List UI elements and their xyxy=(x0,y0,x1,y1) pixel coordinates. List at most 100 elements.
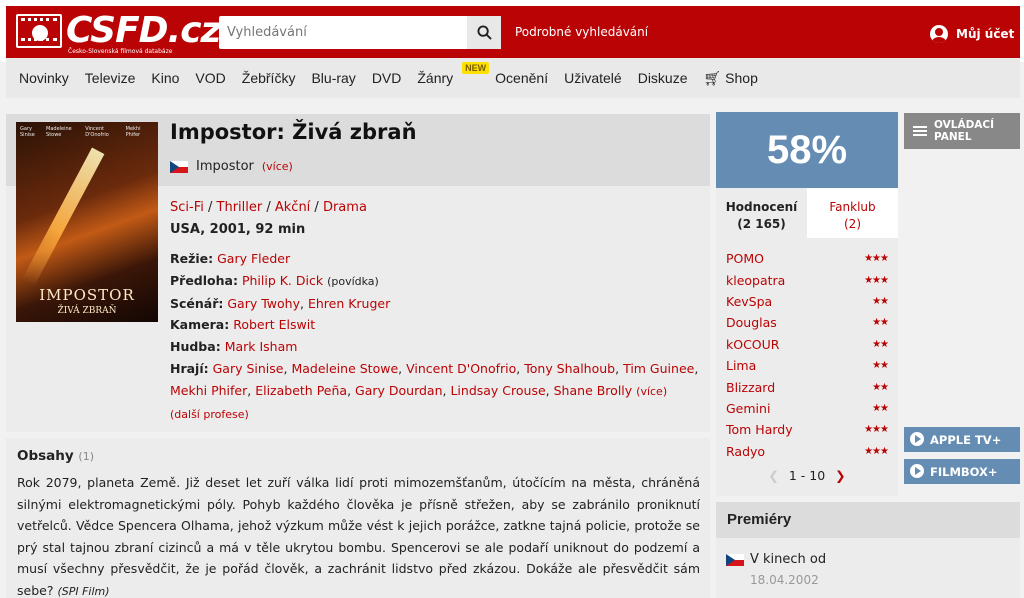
actor-link[interactable]: Gary Sinise xyxy=(213,361,284,376)
user-name-link[interactable]: Gemini xyxy=(726,401,770,416)
account-button[interactable]: Můj účet xyxy=(930,25,1014,43)
user-name-link[interactable]: Blizzard xyxy=(726,380,775,395)
nav-item-zanry[interactable]: Žánry NEW xyxy=(417,62,490,86)
cast-more-link[interactable]: (více) xyxy=(636,385,667,398)
tab-fanclub[interactable]: Fanklub (2) xyxy=(807,188,898,238)
nav-item-kino[interactable]: Kino xyxy=(151,70,179,86)
poster-cast: Gary Sinise Madeleine Stowe Vincent D'On… xyxy=(20,126,154,138)
star-rating-icon: ★★ xyxy=(872,338,889,350)
nav-item-zanry-label: Žánry xyxy=(417,70,454,86)
user-name-link[interactable]: POMO xyxy=(726,251,764,266)
actor-link[interactable]: Shane Brolly xyxy=(554,383,633,398)
screenplay-link[interactable]: Ehren Kruger xyxy=(308,296,390,311)
search-input[interactable] xyxy=(219,16,467,49)
film-poster[interactable]: Gary Sinise Madeleine Stowe Vincent D'On… xyxy=(16,122,158,322)
user-rating-row: Tom Hardy ★★★ xyxy=(726,419,889,440)
control-panel-button[interactable]: OVLÁDACÍ PANEL xyxy=(904,113,1020,149)
poster-subtitle: ŽIVÁ ZBRAŇ xyxy=(57,306,117,316)
film-card: Gary Sinise Madeleine Stowe Vincent D'On… xyxy=(6,114,710,432)
user-name-link[interactable]: Radyo xyxy=(726,444,765,459)
next-page-icon[interactable]: ❯ xyxy=(835,468,845,483)
star-rating-icon: ★★★ xyxy=(864,445,889,457)
search-button[interactable] xyxy=(467,16,501,49)
nav-item-shop[interactable]: 🛒︎ Shop xyxy=(704,70,758,87)
user-name-link[interactable]: kleopatra xyxy=(726,273,785,288)
site-logo[interactable]: CSFD.cz Česko-Slovenská filmová databáze xyxy=(16,10,222,56)
poster-light-beam xyxy=(21,147,105,287)
user-rating-row: Gemini ★★ xyxy=(726,398,889,419)
header: CSFD.cz Česko-Slovenská filmová databáze… xyxy=(0,0,1024,62)
source-note: (povídka) xyxy=(327,274,379,288)
genre-link[interactable]: Akční xyxy=(275,200,310,215)
plot-heading-text: Obsahy xyxy=(17,448,74,464)
tab-ratings[interactable]: Hodnocení (2 165) xyxy=(716,188,807,238)
star-rating-icon: ★★ xyxy=(872,295,889,307)
genre-link[interactable]: Drama xyxy=(323,200,367,215)
user-name-link[interactable]: Lima xyxy=(726,358,756,373)
nav-item-uzivatele[interactable]: Uživatelé xyxy=(564,70,622,86)
poster-cast-name: Vincent D'Onofrio xyxy=(85,126,109,138)
user-rating-row: Lima ★★ xyxy=(726,355,889,376)
nav-item-televize[interactable]: Televize xyxy=(85,70,136,86)
user-name-link[interactable]: Douglas xyxy=(726,315,777,330)
source-link[interactable]: Philip K. Dick xyxy=(242,273,323,288)
user-name-link[interactable]: kOCOUR xyxy=(726,337,779,352)
screenplay-label: Scénář: xyxy=(170,295,224,311)
more-professions-link[interactable]: (další profese) xyxy=(170,408,249,421)
account-label: Můj účet xyxy=(956,27,1015,41)
user-rating-row: KevSpa ★★ xyxy=(726,291,889,312)
user-name-link[interactable]: KevSpa xyxy=(726,294,772,309)
logo-subtitle: Česko-Slovenská filmová databáze xyxy=(68,48,173,55)
actor-link[interactable]: Tim Guinee xyxy=(623,361,694,376)
tab-fanclub-label: Fanklub xyxy=(829,200,876,214)
nav-item-oceneni[interactable]: Ocenění xyxy=(495,70,548,86)
nav-item-dvd[interactable]: DVD xyxy=(372,70,402,86)
filmbox-button[interactable]: FILMBOX+ xyxy=(904,459,1020,484)
new-badge: NEW xyxy=(462,62,490,74)
more-professions-row: (další profese) xyxy=(170,403,700,426)
nav-item-vod[interactable]: VOD xyxy=(195,70,225,86)
star-rating-icon: ★★ xyxy=(872,402,889,414)
camera-link[interactable]: Robert Elswit xyxy=(233,317,315,332)
actor-link[interactable]: Madeleine Stowe xyxy=(291,361,398,376)
music-link[interactable]: Mark Isham xyxy=(225,339,298,354)
director-link[interactable]: Gary Fleder xyxy=(217,251,290,266)
czech-flag-icon xyxy=(726,553,744,566)
original-title-more-link[interactable]: (více) xyxy=(262,160,293,173)
star-rating-icon: ★★ xyxy=(872,317,889,329)
poster-title: IMPOSTOR xyxy=(39,286,135,304)
actor-link[interactable]: Vincent D'Onofrio xyxy=(406,361,516,376)
film-origin: USA, 2001, 92 min xyxy=(170,222,306,237)
genres: Sci-Fi / Thriller / Akční / Drama xyxy=(170,200,367,215)
nav-item-zebricky[interactable]: Žebříčky xyxy=(242,70,296,86)
advanced-search-link[interactable]: Podrobné vyhledávání xyxy=(515,25,648,39)
poster-cast-name: Madeleine Stowe xyxy=(46,126,72,138)
genre-link[interactable]: Sci-Fi xyxy=(170,200,204,215)
actor-link[interactable]: Mekhi Phifer xyxy=(170,383,247,398)
user-rating-row: kOCOUR ★★ xyxy=(726,334,889,355)
nav-item-diskuze[interactable]: Diskuze xyxy=(638,70,688,86)
actor-link[interactable]: Lindsay Crouse xyxy=(450,383,545,398)
main-nav: Novinky Televize Kino VOD Žebříčky Blu-r… xyxy=(6,58,1020,98)
rating-pager: ❮ 1 - 10 ❯ xyxy=(716,468,898,483)
nav-item-bluray[interactable]: Blu-ray xyxy=(311,70,355,86)
screenplay-row: Scénář: Gary Twohy, Ehren Kruger xyxy=(170,295,391,311)
star-rating-icon: ★★★ xyxy=(864,424,889,436)
music-row: Hudba: Mark Isham xyxy=(170,336,700,358)
rating-panel: 58% Hodnocení (2 165) Fanklub (2) POMO ★★★ k… xyxy=(716,112,898,496)
prev-page-icon[interactable]: ❮ xyxy=(768,468,778,483)
genre-link[interactable]: Thriller xyxy=(217,200,263,215)
actor-link[interactable]: Elizabeth Peña xyxy=(255,383,347,398)
tab-fanclub-count: (2) xyxy=(844,217,861,231)
apple-tv-button[interactable]: APPLE TV+ xyxy=(904,427,1020,452)
play-icon xyxy=(910,464,924,478)
nav-item-novinky[interactable]: Novinky xyxy=(19,70,69,86)
actor-link[interactable]: Tony Shalhoub xyxy=(524,361,615,376)
user-rating-row: kleopatra ★★★ xyxy=(726,269,889,290)
search-icon xyxy=(476,25,492,40)
actor-link[interactable]: Gary Dourdan xyxy=(355,383,443,398)
screenplay-link[interactable]: Gary Twohy xyxy=(227,296,300,311)
user-name-link[interactable]: Tom Hardy xyxy=(726,422,793,437)
premiere-label: V kinech od xyxy=(750,552,827,567)
plot-section: Obsahy (1) Rok 2079, planeta Země. Již d… xyxy=(6,438,710,598)
